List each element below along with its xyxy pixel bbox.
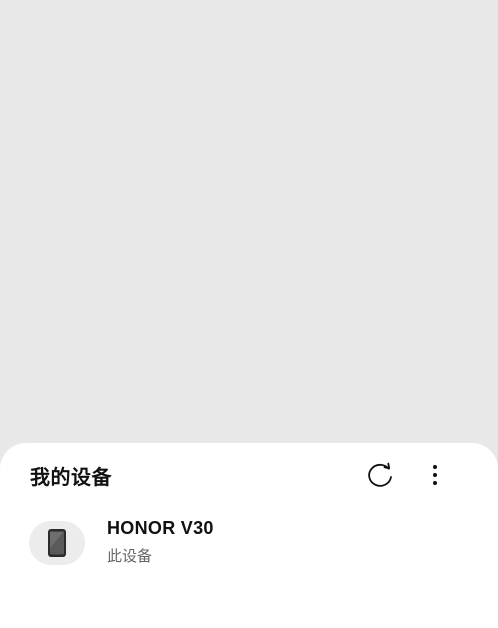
device-subtitle: 此设备: [107, 547, 153, 565]
device-name: HONOR V30: [107, 518, 214, 538]
more-options-button[interactable]: [424, 458, 446, 492]
sheet-title: 我的设备: [30, 465, 112, 489]
refresh-button[interactable]: [362, 458, 398, 492]
device-avatar: [29, 521, 85, 565]
more-vertical-icon: [433, 465, 437, 485]
screen: 我的设备 HONOR V30 此设备: [0, 0, 498, 628]
my-devices-sheet: 我的设备 HONOR V30 此设备: [0, 443, 498, 628]
device-item-honor-v30[interactable]: HONOR V30 此设备: [0, 509, 498, 581]
phone-icon: [48, 529, 66, 557]
refresh-icon: [368, 462, 392, 487]
